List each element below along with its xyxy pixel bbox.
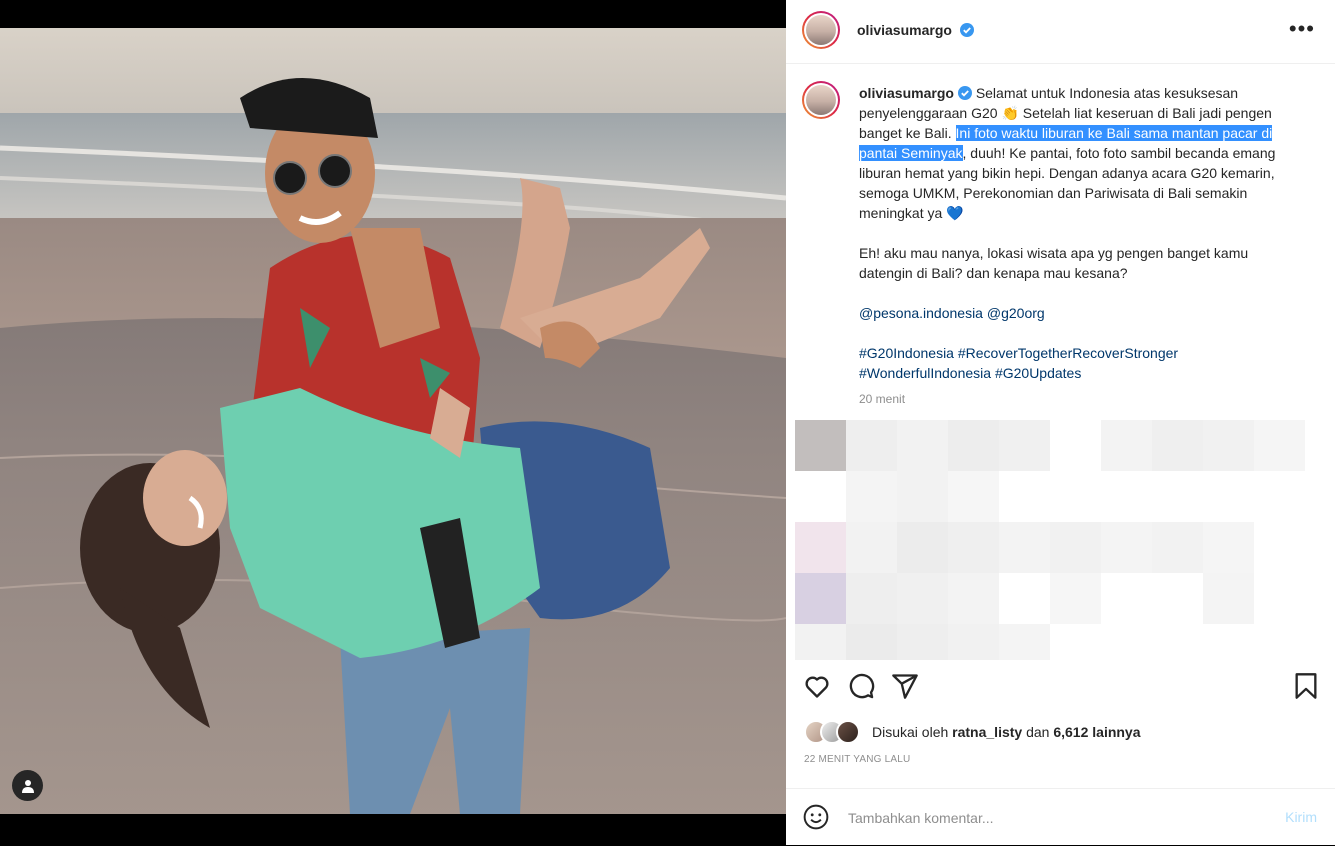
mention-link[interactable]: @g20org: [987, 305, 1045, 321]
post-header: oliviasumargo •••: [786, 0, 1335, 64]
likes-middle: dan: [1026, 724, 1050, 740]
post-side-panel: oliviasumargo ••• oliviasumargo Selamat …: [786, 0, 1335, 845]
liker-avatar[interactable]: [836, 720, 860, 744]
author-avatar[interactable]: [802, 11, 840, 49]
verified-badge-icon: [957, 86, 972, 100]
liker-username[interactable]: ratna_listy: [952, 724, 1022, 740]
post-actions: [786, 664, 1335, 710]
more-options-icon[interactable]: •••: [1289, 18, 1315, 40]
post-comment-button[interactable]: Kirim: [1285, 809, 1317, 825]
post-timestamp[interactable]: 22 MENIT YANG LALU: [804, 754, 910, 765]
hashtags-line[interactable]: #WonderfulIndonesia #G20Updates: [859, 363, 1299, 383]
add-comment-bar: Kirim: [786, 788, 1335, 846]
caption-question: Eh! aku mau nanya, lokasi wisata apa yg …: [859, 245, 1249, 281]
emoji-icon[interactable]: [803, 804, 829, 830]
likes-count[interactable]: 6,612 lainnya: [1053, 724, 1140, 740]
likes-prefix: Disukai oleh: [872, 724, 949, 740]
comment-input[interactable]: [846, 805, 1250, 831]
tagged-users-button[interactable]: [12, 770, 43, 801]
comments-list-pixelated: [795, 420, 1335, 660]
caption-time: 20 menit: [859, 392, 906, 406]
caption-author-avatar[interactable]: [802, 81, 840, 119]
caption-username[interactable]: oliviasumargo: [859, 85, 954, 101]
heart-icon[interactable]: [803, 672, 831, 700]
post-caption: oliviasumargo Selamat untuk Indonesia at…: [859, 83, 1299, 409]
user-tag-icon: [21, 779, 34, 793]
post-media: [0, 0, 786, 845]
post-photo[interactable]: [0, 28, 786, 814]
mention-link[interactable]: @pesona.indonesia: [859, 305, 983, 321]
pixelated-comments: [795, 420, 1305, 660]
verified-badge-icon: [960, 23, 975, 37]
bookmark-icon[interactable]: [1292, 672, 1320, 700]
author-username[interactable]: oliviasumargo: [857, 22, 952, 38]
comment-icon[interactable]: [847, 672, 875, 700]
beach-couple-photo: [0, 28, 786, 814]
share-icon[interactable]: [891, 672, 919, 700]
hashtags-line[interactable]: #G20Indonesia #RecoverTogetherRecoverStr…: [859, 343, 1299, 363]
likes-summary: Disukai oleh ratna_listy dan 6,612 lainn…: [804, 718, 1141, 746]
